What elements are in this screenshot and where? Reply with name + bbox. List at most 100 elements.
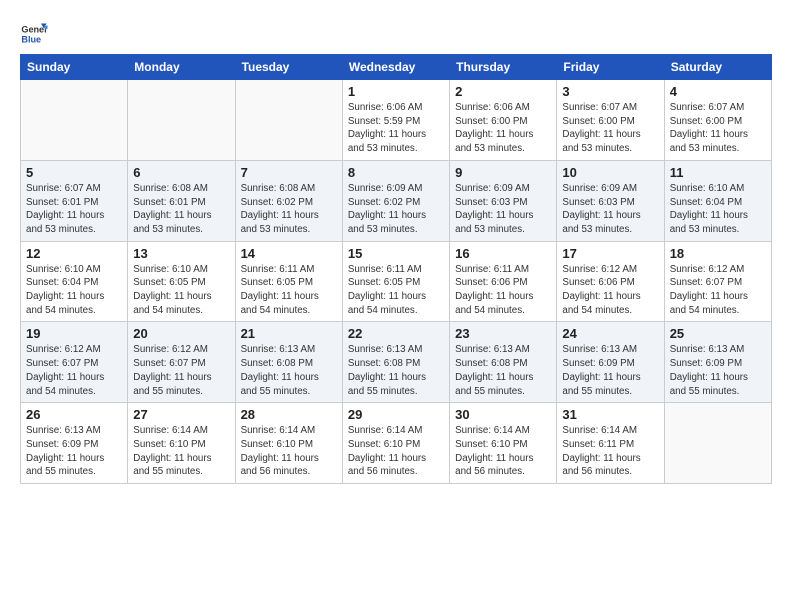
- sunrise-text: Sunrise: 6:09 AM: [562, 183, 637, 194]
- sunrise-text: Sunrise: 6:14 AM: [455, 425, 530, 436]
- calendar-day-cell: [664, 403, 771, 484]
- sunset-text: Sunset: 6:02 PM: [241, 197, 313, 208]
- day-info: Sunrise: 6:12 AM Sunset: 6:07 PM Dayligh…: [133, 343, 229, 398]
- sunrise-text: Sunrise: 6:07 AM: [670, 102, 745, 113]
- calendar-day-cell: 29 Sunrise: 6:14 AM Sunset: 6:10 PM Dayl…: [342, 403, 449, 484]
- day-info: Sunrise: 6:10 AM Sunset: 6:05 PM Dayligh…: [133, 263, 229, 318]
- weekday-header-saturday: Saturday: [664, 55, 771, 80]
- sunset-text: Sunset: 6:08 PM: [241, 358, 313, 369]
- day-number: 17: [562, 246, 658, 261]
- daylight-text: Daylight: 11 hours and 55 minutes.: [348, 372, 426, 397]
- calendar-day-cell: 19 Sunrise: 6:12 AM Sunset: 6:07 PM Dayl…: [21, 322, 128, 403]
- day-info: Sunrise: 6:13 AM Sunset: 6:09 PM Dayligh…: [562, 343, 658, 398]
- daylight-text: Daylight: 11 hours and 54 minutes.: [670, 291, 748, 316]
- weekday-header-monday: Monday: [128, 55, 235, 80]
- logo-icon: General Blue: [20, 20, 48, 48]
- day-info: Sunrise: 6:11 AM Sunset: 6:05 PM Dayligh…: [348, 263, 444, 318]
- sunrise-text: Sunrise: 6:14 AM: [133, 425, 208, 436]
- svg-text:Blue: Blue: [21, 34, 41, 44]
- day-number: 14: [241, 246, 337, 261]
- calendar-day-cell: 26 Sunrise: 6:13 AM Sunset: 6:09 PM Dayl…: [21, 403, 128, 484]
- calendar-day-cell: 10 Sunrise: 6:09 AM Sunset: 6:03 PM Dayl…: [557, 160, 664, 241]
- daylight-text: Daylight: 11 hours and 53 minutes.: [241, 210, 319, 235]
- day-info: Sunrise: 6:13 AM Sunset: 6:08 PM Dayligh…: [348, 343, 444, 398]
- sunrise-text: Sunrise: 6:10 AM: [133, 264, 208, 275]
- daylight-text: Daylight: 11 hours and 55 minutes.: [562, 372, 640, 397]
- day-info: Sunrise: 6:11 AM Sunset: 6:06 PM Dayligh…: [455, 263, 551, 318]
- day-number: 5: [26, 165, 122, 180]
- sunset-text: Sunset: 6:00 PM: [455, 116, 527, 127]
- daylight-text: Daylight: 11 hours and 56 minutes.: [455, 453, 533, 478]
- day-info: Sunrise: 6:10 AM Sunset: 6:04 PM Dayligh…: [670, 182, 766, 237]
- day-info: Sunrise: 6:14 AM Sunset: 6:10 PM Dayligh…: [133, 424, 229, 479]
- sunset-text: Sunset: 6:05 PM: [133, 277, 205, 288]
- day-number: 18: [670, 246, 766, 261]
- daylight-text: Daylight: 11 hours and 56 minutes.: [241, 453, 319, 478]
- day-info: Sunrise: 6:06 AM Sunset: 5:59 PM Dayligh…: [348, 101, 444, 156]
- calendar-day-cell: 23 Sunrise: 6:13 AM Sunset: 6:08 PM Dayl…: [450, 322, 557, 403]
- day-number: 28: [241, 407, 337, 422]
- day-number: 16: [455, 246, 551, 261]
- sunrise-text: Sunrise: 6:11 AM: [455, 264, 529, 275]
- calendar-day-cell: 6 Sunrise: 6:08 AM Sunset: 6:01 PM Dayli…: [128, 160, 235, 241]
- daylight-text: Daylight: 11 hours and 55 minutes.: [133, 453, 211, 478]
- sunset-text: Sunset: 6:09 PM: [670, 358, 742, 369]
- day-number: 26: [26, 407, 122, 422]
- day-number: 27: [133, 407, 229, 422]
- sunrise-text: Sunrise: 6:14 AM: [562, 425, 637, 436]
- sunset-text: Sunset: 6:06 PM: [562, 277, 634, 288]
- weekday-header-wednesday: Wednesday: [342, 55, 449, 80]
- day-info: Sunrise: 6:14 AM Sunset: 6:11 PM Dayligh…: [562, 424, 658, 479]
- daylight-text: Daylight: 11 hours and 55 minutes.: [241, 372, 319, 397]
- day-number: 6: [133, 165, 229, 180]
- sunset-text: Sunset: 6:02 PM: [348, 197, 420, 208]
- daylight-text: Daylight: 11 hours and 54 minutes.: [26, 372, 104, 397]
- daylight-text: Daylight: 11 hours and 55 minutes.: [133, 372, 211, 397]
- sunrise-text: Sunrise: 6:12 AM: [133, 344, 208, 355]
- calendar-day-cell: [128, 80, 235, 161]
- day-info: Sunrise: 6:13 AM Sunset: 6:08 PM Dayligh…: [241, 343, 337, 398]
- sunset-text: Sunset: 6:00 PM: [562, 116, 634, 127]
- calendar-day-cell: 15 Sunrise: 6:11 AM Sunset: 6:05 PM Dayl…: [342, 241, 449, 322]
- sunset-text: Sunset: 5:59 PM: [348, 116, 420, 127]
- daylight-text: Daylight: 11 hours and 54 minutes.: [455, 291, 533, 316]
- calendar-day-cell: 12 Sunrise: 6:10 AM Sunset: 6:04 PM Dayl…: [21, 241, 128, 322]
- sunset-text: Sunset: 6:10 PM: [133, 439, 205, 450]
- daylight-text: Daylight: 11 hours and 53 minutes.: [455, 129, 533, 154]
- sunset-text: Sunset: 6:10 PM: [455, 439, 527, 450]
- calendar-day-cell: 16 Sunrise: 6:11 AM Sunset: 6:06 PM Dayl…: [450, 241, 557, 322]
- day-info: Sunrise: 6:07 AM Sunset: 6:01 PM Dayligh…: [26, 182, 122, 237]
- calendar-day-cell: 2 Sunrise: 6:06 AM Sunset: 6:00 PM Dayli…: [450, 80, 557, 161]
- day-number: 10: [562, 165, 658, 180]
- calendar-day-cell: 17 Sunrise: 6:12 AM Sunset: 6:06 PM Dayl…: [557, 241, 664, 322]
- daylight-text: Daylight: 11 hours and 54 minutes.: [133, 291, 211, 316]
- calendar-day-cell: 7 Sunrise: 6:08 AM Sunset: 6:02 PM Dayli…: [235, 160, 342, 241]
- sunrise-text: Sunrise: 6:13 AM: [26, 425, 101, 436]
- day-info: Sunrise: 6:14 AM Sunset: 6:10 PM Dayligh…: [455, 424, 551, 479]
- calendar-day-cell: 3 Sunrise: 6:07 AM Sunset: 6:00 PM Dayli…: [557, 80, 664, 161]
- calendar-day-cell: 25 Sunrise: 6:13 AM Sunset: 6:09 PM Dayl…: [664, 322, 771, 403]
- calendar-week-1: 1 Sunrise: 6:06 AM Sunset: 5:59 PM Dayli…: [21, 80, 772, 161]
- page-header: General Blue: [20, 20, 772, 48]
- calendar-day-cell: 14 Sunrise: 6:11 AM Sunset: 6:05 PM Dayl…: [235, 241, 342, 322]
- sunset-text: Sunset: 6:07 PM: [26, 358, 98, 369]
- daylight-text: Daylight: 11 hours and 53 minutes.: [562, 210, 640, 235]
- sunrise-text: Sunrise: 6:08 AM: [133, 183, 208, 194]
- day-number: 1: [348, 84, 444, 99]
- day-number: 25: [670, 326, 766, 341]
- sunset-text: Sunset: 6:03 PM: [562, 197, 634, 208]
- calendar-day-cell: [21, 80, 128, 161]
- calendar-day-cell: 5 Sunrise: 6:07 AM Sunset: 6:01 PM Dayli…: [21, 160, 128, 241]
- daylight-text: Daylight: 11 hours and 53 minutes.: [133, 210, 211, 235]
- day-number: 12: [26, 246, 122, 261]
- sunset-text: Sunset: 6:03 PM: [455, 197, 527, 208]
- sunrise-text: Sunrise: 6:07 AM: [26, 183, 101, 194]
- day-info: Sunrise: 6:07 AM Sunset: 6:00 PM Dayligh…: [562, 101, 658, 156]
- weekday-header-tuesday: Tuesday: [235, 55, 342, 80]
- sunrise-text: Sunrise: 6:09 AM: [455, 183, 530, 194]
- calendar-day-cell: 9 Sunrise: 6:09 AM Sunset: 6:03 PM Dayli…: [450, 160, 557, 241]
- calendar-day-cell: 21 Sunrise: 6:13 AM Sunset: 6:08 PM Dayl…: [235, 322, 342, 403]
- daylight-text: Daylight: 11 hours and 55 minutes.: [455, 372, 533, 397]
- day-number: 13: [133, 246, 229, 261]
- day-number: 3: [562, 84, 658, 99]
